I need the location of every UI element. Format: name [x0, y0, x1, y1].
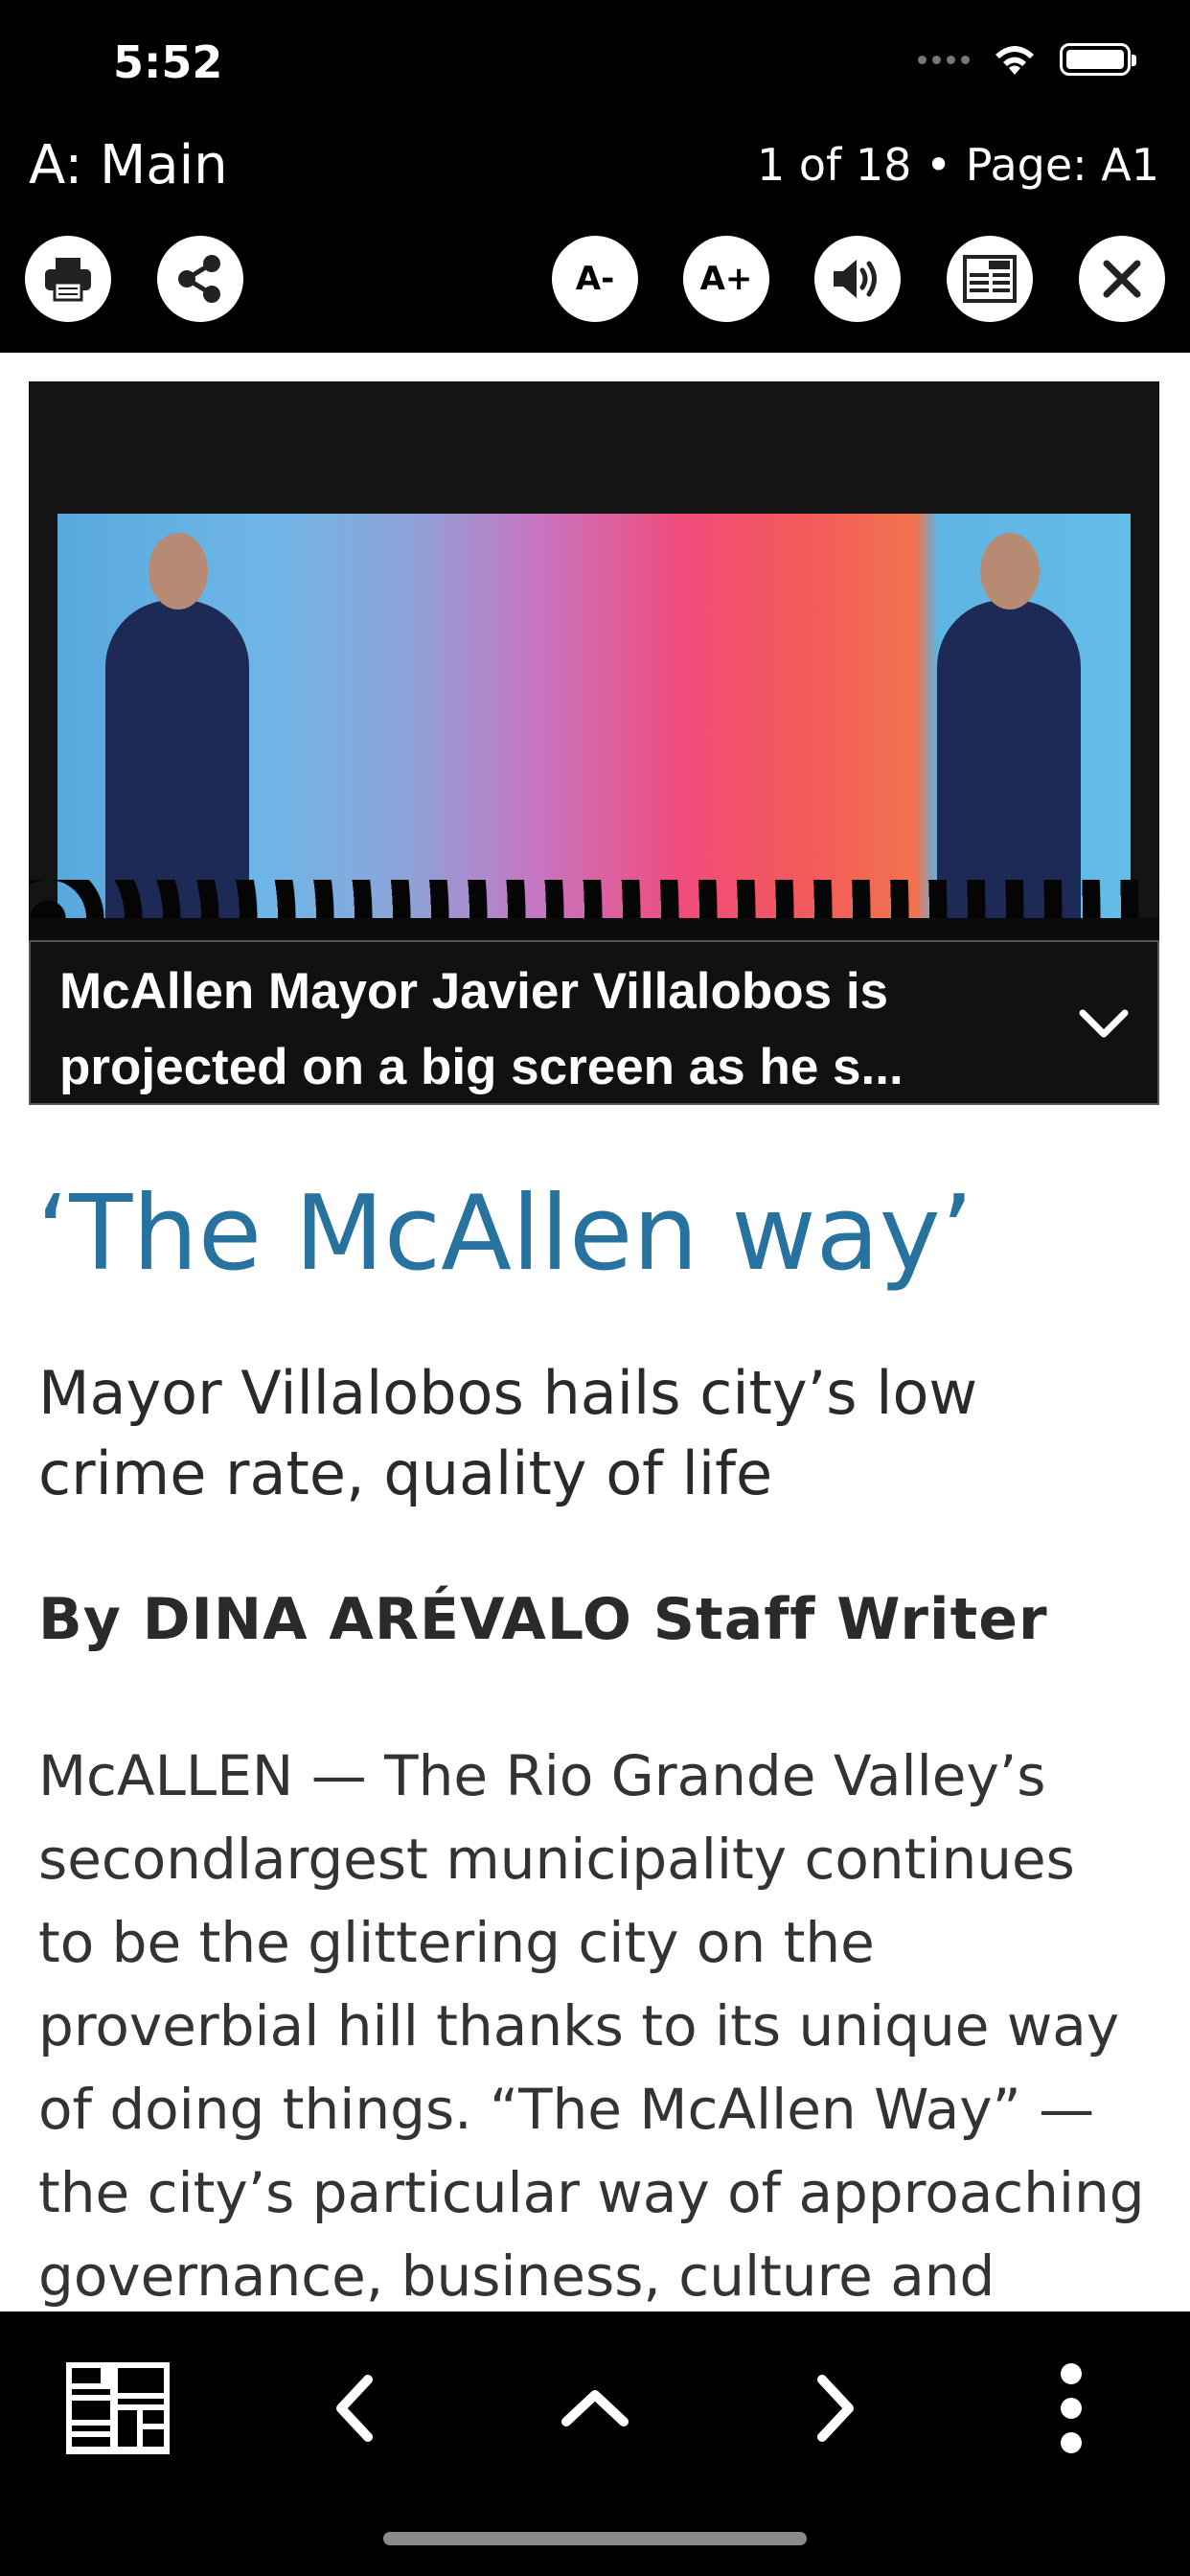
more-vertical-icon [1061, 2363, 1082, 2453]
next-page-button[interactable] [776, 2346, 891, 2471]
body-line: secondlargest municipality continues [38, 1827, 1075, 1892]
status-icons [918, 40, 1136, 79]
signal-icon [918, 55, 970, 64]
speaker-icon [834, 260, 877, 298]
body-line: the city’s particular way of approaching [38, 2160, 1145, 2225]
previous-page-button[interactable] [299, 2346, 414, 2471]
chevron-left-icon [336, 2375, 373, 2442]
newspaper-view-nav-button[interactable] [60, 2346, 175, 2471]
close-icon [1103, 260, 1141, 298]
share-button[interactable] [157, 236, 243, 322]
scroll-up-button[interactable] [538, 2346, 652, 2471]
section-title: A: Main [29, 134, 228, 196]
body-line: to be the glittering city on the [38, 1910, 875, 1975]
status-time: 5:52 [113, 36, 223, 88]
more-options-button[interactable] [1014, 2346, 1129, 2471]
share-icon [178, 255, 220, 303]
battery-icon [1060, 43, 1136, 76]
read-aloud-button[interactable] [814, 236, 901, 322]
newspaper-view-button[interactable] [947, 236, 1033, 322]
decrease-font-button[interactable]: A- [552, 236, 638, 322]
printer-icon [45, 258, 91, 302]
increase-font-button[interactable]: A+ [683, 236, 769, 322]
article-photo[interactable]: McAllen Mayor Javier Villalobos is proje… [29, 381, 1159, 1105]
close-button[interactable] [1079, 236, 1165, 322]
body-line: of doing things. “The McAllen Way” — [38, 2077, 1095, 2142]
article-subhead: Mayor Villalobos hails city’s low crime … [38, 1358, 978, 1508]
home-indicator[interactable] [383, 2532, 807, 2545]
body-line: McALLEN — The Rio Grande Valley’s [38, 1743, 1046, 1808]
article-headline: ‘The McAllen way’ [36, 1174, 973, 1294]
chevron-up-icon [561, 2390, 629, 2426]
chevron-down-icon[interactable] [1075, 1003, 1133, 1042]
wifi-icon [995, 46, 1034, 75]
photo-caption[interactable]: McAllen Mayor Javier Villalobos is proje… [29, 940, 1159, 1105]
caption-text: McAllen Mayor Javier Villalobos is proje… [59, 963, 904, 1095]
article-byline: By DINA ARÉVALO Staff Writer [38, 1586, 1048, 1653]
page-info: 1 of 18 • Page: A1 [757, 139, 1159, 191]
article-body: McALLEN — The Rio Grande Valley’s second… [38, 1735, 1169, 2318]
chevron-right-icon [817, 2375, 854, 2442]
print-button[interactable] [25, 236, 111, 322]
body-line: proverbial hill thanks to its unique way [38, 1993, 1120, 2058]
newspaper-icon [66, 2362, 170, 2454]
newspaper-icon [963, 255, 1017, 303]
top-bar: 5:52 A: Main 1 of 18 • Page: A1 A- A+ [0, 0, 1190, 353]
body-line: governance, business, culture and [38, 2243, 995, 2309]
